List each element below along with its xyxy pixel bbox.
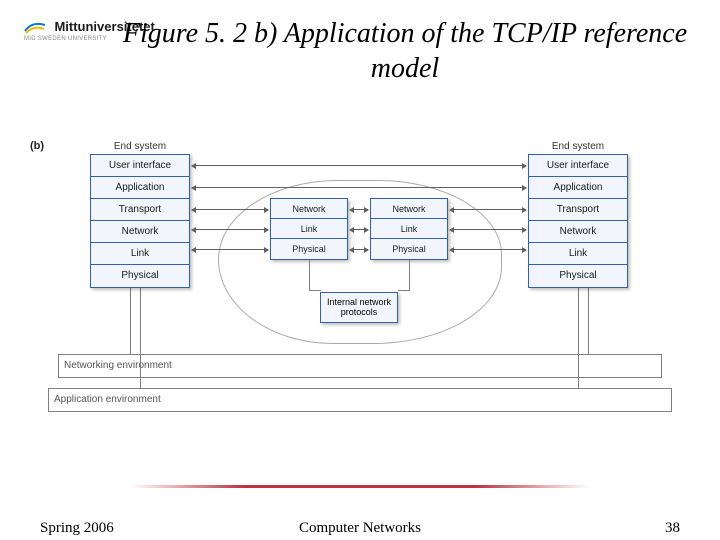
- layer-physical: Physical: [91, 265, 189, 287]
- connector: [398, 290, 410, 291]
- router-stack: Network Link Physical: [370, 198, 448, 260]
- end-system-right: End system User interface Application Tr…: [528, 154, 628, 288]
- slide-title: Figure 5. 2 b) Application of the TCP/IP…: [120, 16, 690, 86]
- layer-network: Network: [371, 199, 447, 219]
- peer-arrow: [450, 209, 526, 210]
- layer-physical: Physical: [529, 265, 627, 287]
- env-connector: [130, 286, 131, 354]
- peer-arrow: [192, 187, 526, 188]
- layer-user-interface: User interface: [91, 155, 189, 177]
- peer-arrow: [192, 209, 268, 210]
- peer-arrow: [350, 209, 368, 210]
- env-connector: [588, 286, 589, 354]
- env-connector: [140, 286, 141, 388]
- connector: [309, 290, 321, 291]
- layer-network: Network: [529, 221, 627, 243]
- layer-user-interface: User interface: [529, 155, 627, 177]
- internal-protocols-box: Internal network protocols: [320, 292, 398, 323]
- connector: [309, 260, 310, 290]
- peer-arrow: [450, 229, 526, 230]
- peer-arrow: [192, 229, 268, 230]
- router-stack: Network Link Physical: [270, 198, 348, 260]
- env-connector: [578, 286, 579, 388]
- accent-bar: [130, 485, 590, 488]
- footer-right: 38: [665, 520, 680, 537]
- tcpip-diagram: (b) Application environment Networking e…: [30, 140, 690, 420]
- peer-arrow: [192, 249, 268, 250]
- peer-arrow: [350, 249, 368, 250]
- layer-network: Network: [271, 199, 347, 219]
- layer-link: Link: [271, 219, 347, 239]
- peer-arrow: [350, 229, 368, 230]
- layer-link: Link: [91, 243, 189, 265]
- application-environment-label: Application environment: [54, 394, 161, 405]
- footer-center: Computer Networks: [0, 520, 720, 537]
- layer-application: Application: [529, 177, 627, 199]
- layer-physical: Physical: [271, 239, 347, 259]
- layer-link: Link: [371, 219, 447, 239]
- peer-arrow: [450, 249, 526, 250]
- end-system-left: End system User interface Application Tr…: [90, 154, 190, 288]
- layer-link: Link: [529, 243, 627, 265]
- layer-physical: Physical: [371, 239, 447, 259]
- layer-transport: Transport: [529, 199, 627, 221]
- end-system-title: End system: [91, 141, 189, 152]
- layer-transport: Transport: [91, 199, 189, 221]
- connector: [409, 260, 410, 290]
- end-system-title: End system: [529, 141, 627, 152]
- logo-mark-icon: [24, 19, 46, 35]
- peer-arrow: [192, 165, 526, 166]
- networking-environment-label: Networking environment: [64, 360, 172, 371]
- layer-network: Network: [91, 221, 189, 243]
- panel-label: (b): [30, 140, 44, 152]
- layer-application: Application: [91, 177, 189, 199]
